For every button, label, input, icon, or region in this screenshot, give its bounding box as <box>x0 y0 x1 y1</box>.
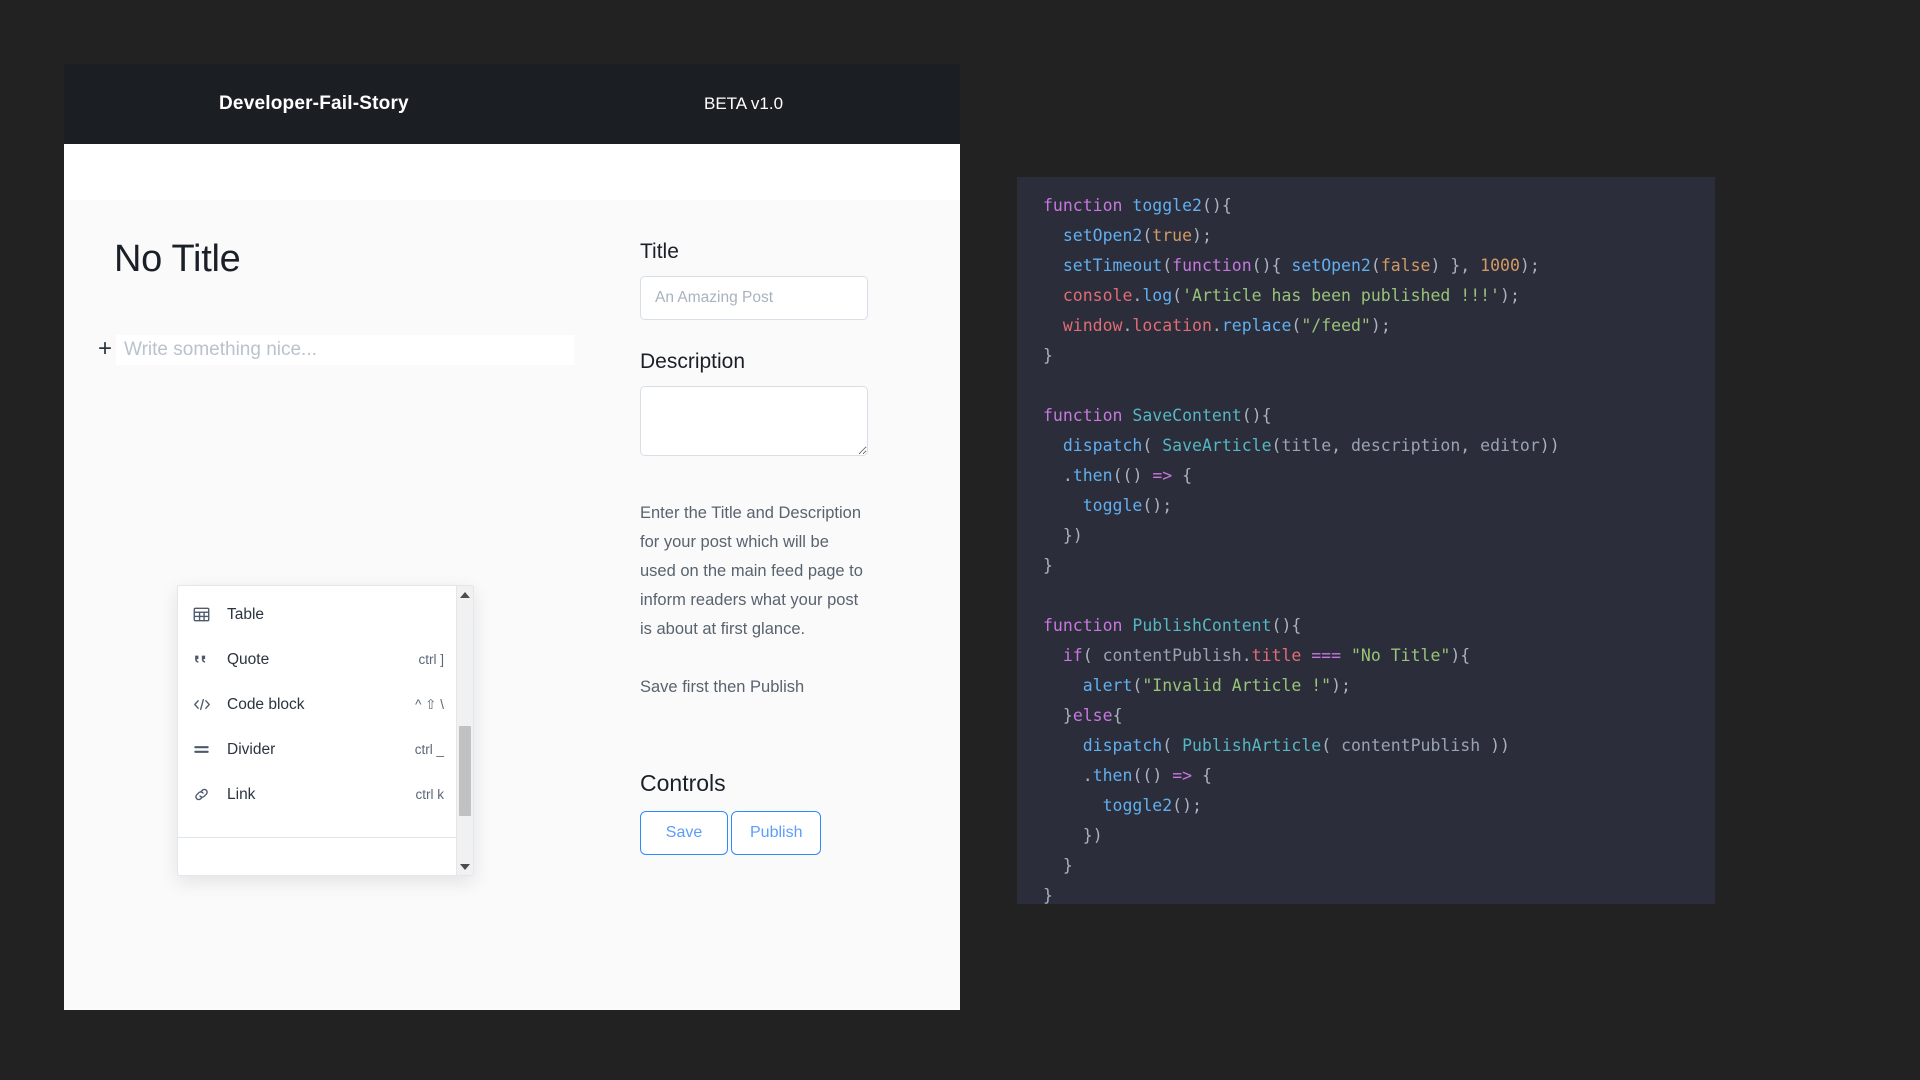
quote-icon <box>193 651 219 668</box>
slash-command-menu[interactable]: Table Quote ctrl ] Code block ^ ⇧ \ Divi… <box>177 585 474 876</box>
controls-heading: Controls <box>640 770 726 796</box>
menu-item-link[interactable]: Link ctrl k <box>178 772 456 817</box>
editor-body-input[interactable]: Write something nice... <box>116 335 574 365</box>
code-icon <box>193 696 219 713</box>
meta-column: Title Description Enter the Title and De… <box>640 200 960 1010</box>
editor-app-card: Developer-Fail-Story BETA v1.0 No Title … <box>64 64 960 1010</box>
code-reference-panel: function toggle2(){ setOpen2(true); setT… <box>1017 177 1715 904</box>
divider-icon <box>193 741 219 758</box>
table-icon <box>193 606 219 623</box>
menu-item-label: Code block <box>227 695 305 713</box>
slash-menu-items: Table Quote ctrl ] Code block ^ ⇧ \ Divi… <box>178 586 456 875</box>
menu-item-shortcut: ctrl ] <box>418 652 445 667</box>
triangle-up-icon[interactable] <box>457 586 473 603</box>
title-field-group: Title <box>640 240 922 320</box>
menu-item-label: Quote <box>227 650 270 668</box>
editor-placeholder: Write something nice... <box>124 339 317 360</box>
editor-toolbar <box>64 144 960 200</box>
publish-button[interactable]: Publish <box>731 811 822 855</box>
menu-item-label: Link <box>227 785 256 803</box>
menu-item-table[interactable]: Table <box>178 592 456 637</box>
editor-column: No Title + Write something nice... Table… <box>64 200 640 1010</box>
title-label: Title <box>640 240 679 263</box>
code-block: function toggle2(){ setOpen2(true); setT… <box>1043 196 1560 904</box>
version-badge: BETA v1.0 <box>704 94 784 113</box>
menu-item-shortcut: ctrl _ <box>414 742 444 757</box>
app-header: Developer-Fail-Story BETA v1.0 <box>64 64 960 144</box>
brand-title: Developer-Fail-Story <box>219 93 409 114</box>
description-input[interactable] <box>640 386 868 456</box>
document-title[interactable]: No Title <box>114 238 640 281</box>
scrollbar-thumb[interactable] <box>459 726 471 816</box>
link-icon <box>193 786 219 803</box>
menu-item-shortcut: ^ ⇧ \ <box>415 696 444 712</box>
description-label: Description <box>640 350 746 373</box>
menu-item-label: Divider <box>227 740 276 758</box>
menu-item-shortcut: ctrl k <box>415 787 445 802</box>
app-body: No Title + Write something nice... Table… <box>64 200 960 1010</box>
plus-icon[interactable]: + <box>94 337 116 361</box>
menu-footer-area <box>178 838 456 875</box>
save-button[interactable]: Save <box>640 811 728 855</box>
menu-item-divider[interactable]: Divider ctrl _ <box>178 727 456 772</box>
editor-first-line: + Write something nice... <box>94 335 574 365</box>
controls-buttons: Save Publish <box>640 811 922 855</box>
controls-group: Controls Save Publish <box>640 770 922 855</box>
save-hint-text: Save first then Publish <box>640 678 805 696</box>
menu-item-quote[interactable]: Quote ctrl ] <box>178 637 456 682</box>
description-field-group: Description <box>640 350 922 461</box>
title-input[interactable] <box>640 276 868 320</box>
menu-item-code-block[interactable]: Code block ^ ⇧ \ <box>178 682 456 727</box>
menu-item-label: Table <box>227 605 265 623</box>
help-text: Enter the Title and Description for your… <box>640 504 863 638</box>
triangle-down-icon[interactable] <box>457 858 473 875</box>
menu-scrollbar[interactable] <box>456 586 473 875</box>
